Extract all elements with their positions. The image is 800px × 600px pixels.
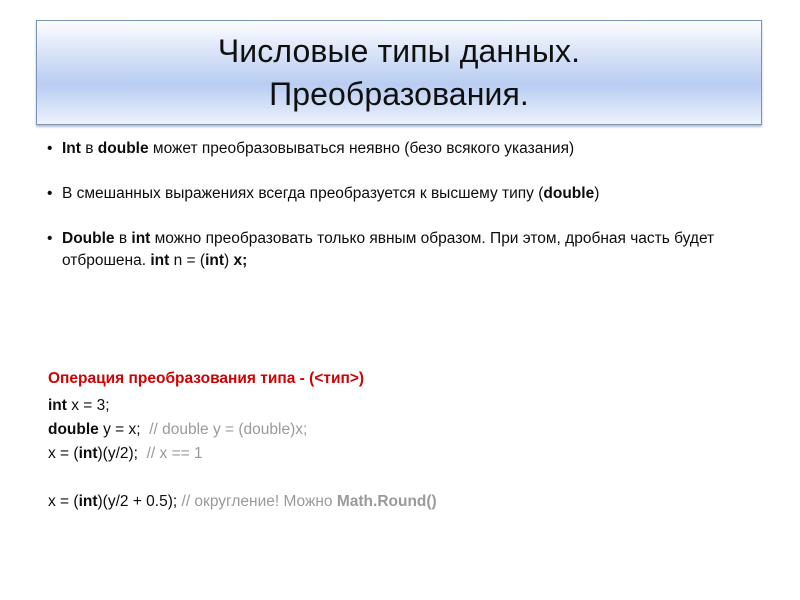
bullet-marker-icon: • — [47, 140, 53, 157]
code-token: )(y/2); — [97, 444, 147, 462]
code-token: x = ( — [48, 444, 79, 462]
bullet-item: • Double в int можно преобразовать только… — [0, 228, 800, 272]
slide-title-line-2: Преобразования. — [269, 75, 529, 112]
code-lines: int x = 3; double y = x; // double y = (d… — [48, 394, 788, 514]
slide-body: • Int в double может преобразовываться не… — [0, 138, 800, 272]
bullet-text-emphasis: Double — [62, 230, 115, 247]
code-line: x = (int)(y/2); // x == 1 — [48, 442, 788, 466]
code-block: Операция преобразования типа - (<тип>) i… — [48, 368, 788, 514]
bullet-item: • В смешанных выражениях всегда преобразу… — [0, 183, 800, 205]
bullet-marker-icon: • — [47, 185, 53, 202]
code-line: double y = x; // double y = (double)x; — [48, 418, 788, 442]
slide-title-box: Числовые типы данных. Преобразования. — [36, 20, 762, 125]
code-comment: // x == 1 — [146, 444, 203, 462]
code-block-heading: Операция преобразования типа - (<тип>) — [48, 370, 365, 387]
code-token: int — [78, 444, 98, 462]
code-line: int x = 3; — [48, 394, 788, 418]
bullet-item: • Int в double может преобразовываться не… — [0, 138, 800, 160]
bullet-marker-icon: • — [47, 230, 53, 247]
bullet-text-span: в — [80, 140, 98, 157]
bullet-text-span: ) — [594, 185, 600, 202]
code-token: )(y/2 + 0.5); — [97, 492, 182, 510]
code-comment: // округление! Можно — [181, 492, 337, 510]
bullet-list: • Int в double может преобразовываться не… — [0, 138, 800, 272]
code-token: int — [78, 492, 98, 510]
code-token: x = 3; — [66, 396, 110, 414]
bullet-text-emphasis: int — [131, 230, 151, 247]
code-line: x = (int)(y/2 + 0.5); // округление! Мож… — [48, 490, 788, 514]
bullet-text-span: В смешанных выражениях всегда преобразуе… — [62, 185, 544, 202]
bullet-text-emphasis: int — [150, 252, 170, 269]
slide-title-line-1: Числовые типы данных. — [217, 33, 581, 70]
bullet-text-span: n = ( — [169, 252, 206, 269]
bullet-text-emphasis: double — [97, 140, 149, 157]
code-comment: // double y = (double)x; — [149, 420, 308, 438]
code-token: y = x; — [98, 420, 150, 438]
bullet-text-span: может преобразовываться неявно (безо вся… — [148, 140, 575, 157]
bullet-text: В смешанных выражениях всегда преобразуе… — [62, 185, 599, 202]
bullet-text-span: в — [114, 230, 132, 247]
code-token: int — [48, 396, 67, 414]
code-token: x = ( — [48, 492, 79, 510]
code-comment: Math.Round() — [336, 492, 437, 510]
code-token: double — [48, 420, 99, 438]
bullet-text-emphasis: Int — [62, 140, 81, 157]
bullet-text: Double в int можно преобразовать только … — [62, 230, 714, 269]
bullet-text-emphasis: x; — [233, 252, 248, 269]
bullet-text-emphasis: double — [543, 185, 595, 202]
bullet-text-emphasis: int — [205, 252, 224, 269]
bullet-text: Int в double может преобразовываться нея… — [62, 140, 574, 157]
